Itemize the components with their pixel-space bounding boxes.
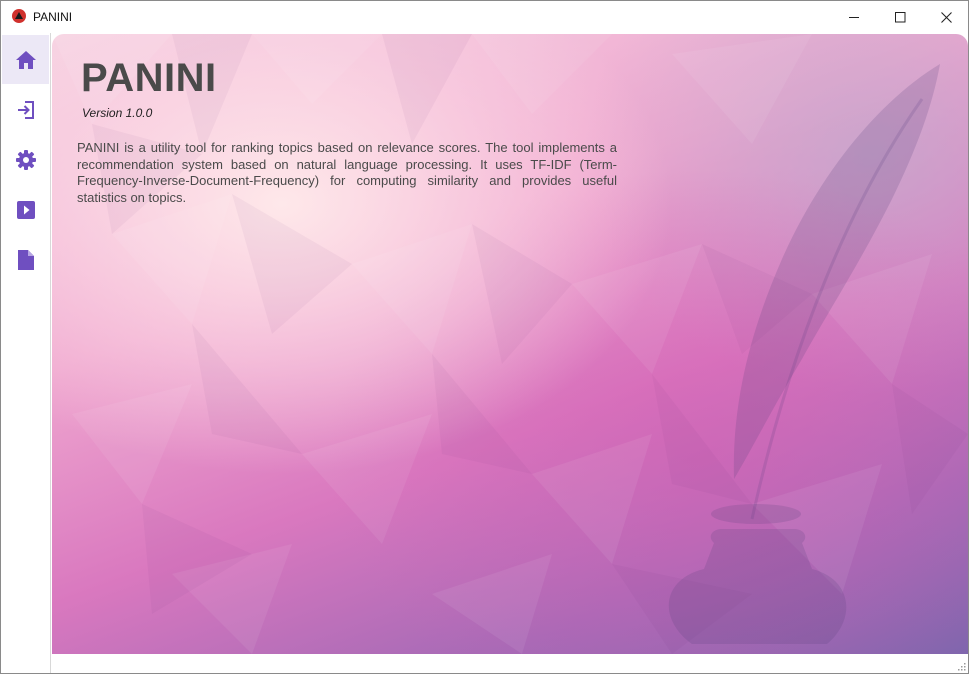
- minimize-button[interactable]: [831, 1, 877, 33]
- document-icon: [17, 249, 34, 270]
- app-description: PANINI is a utility tool for ranking top…: [77, 140, 617, 205]
- bottom-bar: [52, 654, 968, 673]
- app-window: PANINI PANINI Version 1.0.0 PANINI is a …: [0, 0, 969, 674]
- app-logo-icon: [12, 9, 26, 23]
- sidebar-item-import[interactable]: [2, 85, 49, 134]
- version-label: Version 1.0.0: [82, 106, 153, 120]
- maximize-icon: [894, 11, 905, 22]
- sidebar-item-home[interactable]: [2, 35, 49, 84]
- sidebar-nav: [1, 33, 51, 673]
- close-button[interactable]: [923, 1, 968, 33]
- main-content: PANINI Version 1.0.0 PANINI is a utility…: [52, 34, 968, 654]
- sidebar-item-run[interactable]: [2, 185, 49, 234]
- quill-inkwell-illustration: [668, 64, 940, 644]
- sidebar-item-settings[interactable]: [2, 135, 49, 184]
- page-title: PANINI: [81, 56, 217, 100]
- window-title: PANINI: [33, 10, 73, 24]
- sidebar-item-report[interactable]: [2, 235, 49, 284]
- resize-grip-icon[interactable]: [956, 661, 966, 671]
- sign-in-icon: [17, 100, 34, 119]
- home-icon: [15, 50, 36, 69]
- play-icon: [16, 200, 35, 219]
- close-icon: [940, 11, 952, 23]
- gear-icon: [15, 149, 36, 170]
- maximize-button[interactable]: [877, 1, 923, 33]
- title-bar[interactable]: PANINI: [1, 1, 968, 33]
- minimize-icon: [848, 16, 859, 18]
